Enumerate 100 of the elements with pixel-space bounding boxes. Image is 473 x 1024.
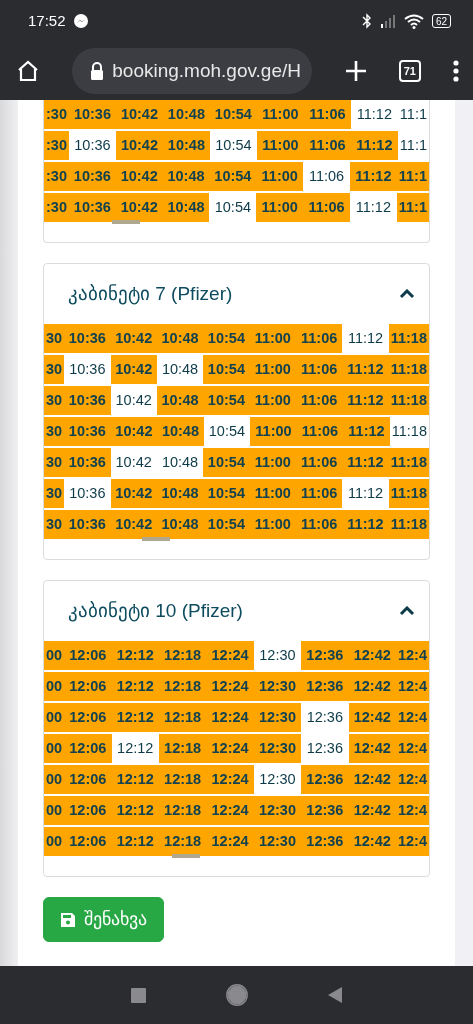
time-slot[interactable]: 12:12 [111, 641, 159, 670]
time-slot[interactable]: 10:42 [110, 510, 157, 539]
time-slot[interactable]: 12:4 [395, 641, 429, 670]
time-slot[interactable]: 12:42 [348, 765, 396, 794]
time-slot[interactable]: 12:06 [64, 765, 112, 794]
time-slot[interactable]: 11:12 [349, 162, 397, 191]
time-slot[interactable]: 00 [44, 672, 65, 701]
menu-icon[interactable] [453, 60, 459, 82]
address-bar[interactable]: booking.moh.gov.ge/H [72, 48, 313, 94]
time-slot[interactable]: 12:12 [111, 703, 159, 732]
time-slot[interactable]: 12:12 [111, 672, 159, 701]
time-slot[interactable]: 12:4 [395, 734, 429, 763]
time-slot[interactable]: 11:12 [342, 448, 389, 477]
time-slot[interactable]: 12:06 [64, 734, 112, 763]
time-slot[interactable]: 11:18 [388, 324, 429, 353]
time-slot[interactable]: 10:36 [64, 324, 111, 353]
plus-icon[interactable] [344, 60, 367, 82]
time-slot[interactable]: 12:42 [348, 827, 396, 856]
time-slot[interactable]: 12:24 [206, 765, 254, 794]
time-slot[interactable]: 12:18 [158, 703, 207, 732]
time-slot[interactable]: 12:24 [206, 672, 254, 701]
time-slot[interactable]: 10:42 [110, 324, 157, 353]
time-slot[interactable]: :30 [44, 100, 69, 129]
time-slot[interactable]: 11:18 [388, 479, 429, 508]
time-slot[interactable]: 10:42 [110, 479, 157, 508]
time-slot[interactable]: 12:30 [253, 672, 302, 701]
home-button-icon[interactable] [226, 984, 248, 1006]
time-slot[interactable]: 12:24 [206, 827, 254, 856]
time-slot[interactable]: 10:48 [156, 479, 204, 508]
time-slot[interactable]: 00 [44, 703, 65, 732]
time-slot[interactable]: 12:36 [301, 796, 349, 825]
time-slot[interactable]: 11:12 [342, 355, 389, 384]
scrollbar-thumb[interactable] [142, 537, 170, 541]
time-slot[interactable]: 11:18 [388, 355, 429, 384]
time-slot[interactable]: 11:00 [256, 193, 304, 222]
time-slot[interactable]: 12:12 [111, 765, 159, 794]
chevron-up-icon[interactable] [399, 606, 415, 616]
time-slot[interactable]: 30 [44, 324, 65, 353]
time-slot[interactable]: 12:18 [158, 827, 207, 856]
time-slot[interactable]: 10:48 [162, 131, 210, 160]
time-slot[interactable]: :30 [44, 193, 69, 222]
time-slot[interactable]: 11:1 [396, 162, 429, 191]
time-slot[interactable]: 10:54 [203, 479, 250, 508]
time-slot[interactable]: 12:06 [64, 641, 112, 670]
time-slot[interactable]: 12:18 [158, 641, 207, 670]
scrollbar-thumb[interactable] [172, 854, 200, 858]
time-slot[interactable]: 12:42 [348, 734, 396, 763]
time-slot[interactable]: 12:24 [206, 641, 254, 670]
time-slot[interactable]: 00 [44, 796, 65, 825]
time-slot[interactable]: 10:54 [209, 100, 257, 129]
time-slot[interactable]: 10:54 [203, 324, 250, 353]
time-slot[interactable]: 12:30 [253, 796, 302, 825]
save-button[interactable]: შენახვა [43, 897, 164, 942]
time-slot[interactable]: 11:00 [249, 386, 296, 415]
time-slot[interactable]: 12:24 [206, 703, 254, 732]
time-slot[interactable]: 00 [44, 827, 65, 856]
time-slot[interactable]: 11:06 [295, 324, 343, 353]
time-slot[interactable]: 10:42 [110, 355, 157, 384]
time-slot[interactable]: 11:12 [342, 510, 389, 539]
time-slot[interactable]: 12:36 [301, 641, 349, 670]
time-slot[interactable]: 11:18 [388, 448, 429, 477]
time-slot[interactable]: 10:48 [156, 510, 204, 539]
time-slot[interactable]: 30 [44, 417, 65, 446]
section-title[interactable]: კაბინეტი 7 (Pfizer) [68, 279, 233, 309]
time-slot[interactable]: 10:54 [203, 510, 250, 539]
time-slot[interactable]: 10:36 [68, 100, 116, 129]
time-slot[interactable]: 12:36 [301, 827, 349, 856]
time-slot[interactable]: 12:36 [301, 765, 349, 794]
time-slot[interactable]: :30 [44, 162, 69, 191]
time-slot[interactable]: 11:18 [388, 510, 429, 539]
time-slot[interactable]: 12:30 [253, 827, 302, 856]
time-slot[interactable]: 12:42 [348, 641, 396, 670]
time-slot[interactable]: 12:06 [64, 703, 112, 732]
time-slot[interactable]: 11:00 [249, 355, 296, 384]
time-slot[interactable]: 10:42 [115, 162, 163, 191]
time-slot[interactable]: 10:42 [115, 100, 163, 129]
time-slot[interactable]: 12:18 [158, 796, 207, 825]
time-slot[interactable]: 12:4 [395, 796, 429, 825]
time-slot[interactable]: 10:36 [64, 448, 111, 477]
time-slot[interactable]: 12:4 [395, 827, 429, 856]
time-slot[interactable]: 11:12 [342, 386, 389, 415]
time-slot[interactable]: 11:00 [249, 510, 296, 539]
time-slot[interactable]: 12:12 [111, 827, 159, 856]
time-slot[interactable]: 11:00 [249, 479, 296, 508]
time-slot[interactable]: 12:36 [301, 672, 349, 701]
time-slot[interactable]: 30 [44, 479, 65, 508]
time-slot[interactable]: 11:12 [343, 417, 390, 446]
time-slot[interactable]: 11:1 [396, 193, 429, 222]
time-slot[interactable]: 10:42 [110, 417, 158, 446]
time-slot[interactable]: 10:36 [64, 510, 111, 539]
time-slot[interactable]: 10:54 [203, 386, 250, 415]
time-slot[interactable]: 10:36 [68, 193, 116, 222]
time-slot[interactable]: 11:00 [256, 162, 304, 191]
time-slot[interactable]: :30 [44, 131, 69, 160]
time-slot[interactable]: 11:06 [295, 355, 343, 384]
time-slot[interactable]: 10:36 [68, 162, 116, 191]
home-icon[interactable] [16, 59, 40, 83]
time-slot[interactable]: 30 [44, 355, 65, 384]
time-slot[interactable]: 12:4 [395, 672, 429, 701]
time-slot[interactable]: 12:18 [158, 734, 207, 763]
